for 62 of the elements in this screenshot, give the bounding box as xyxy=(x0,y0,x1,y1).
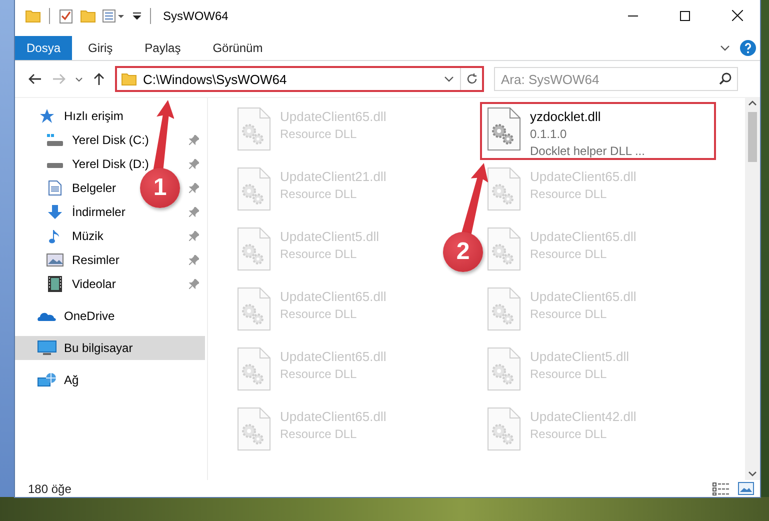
item-count: 180 öğe xyxy=(28,482,72,496)
sidebar-item[interactable]: Ağ xyxy=(64,373,79,387)
folder-icon[interactable] xyxy=(25,8,41,24)
close-icon xyxy=(732,10,742,21)
address-path: C:\Windows\SysWOW64 xyxy=(143,72,287,86)
file-name[interactable]: yzdocklet.dll xyxy=(530,109,645,124)
sidebar-item[interactable]: Hızlı erişim xyxy=(64,109,124,123)
file-detail: Resource DLL xyxy=(280,367,358,381)
search-icon xyxy=(719,72,732,85)
file-detail: Resource DLL xyxy=(280,307,358,321)
sidebar-item[interactable]: İndirmeler xyxy=(72,205,126,219)
ribbon-tab[interactable]: Paylaş xyxy=(128,36,197,60)
pin-icon[interactable] xyxy=(189,159,199,169)
file-detail: Resource DLL xyxy=(530,247,608,261)
file-detail: Resource DLL xyxy=(530,427,608,441)
file-detail: Resource DLL xyxy=(530,367,608,381)
pin-icon[interactable] xyxy=(189,279,199,289)
chevron-down-icon[interactable] xyxy=(444,76,454,82)
ribbon-tab[interactable]: Görünüm xyxy=(196,36,279,60)
ribbon-tab[interactable]: Dosya xyxy=(15,36,72,60)
file-detail: Docklet helper DLL ... xyxy=(530,144,645,158)
picture-icon xyxy=(45,253,65,267)
file-detail: Resource DLL xyxy=(280,427,358,441)
list-view-icon[interactable] xyxy=(102,8,126,24)
file-detail: Resource DLL xyxy=(280,187,358,201)
sidebar-item[interactable]: Belgeler xyxy=(72,181,116,195)
window-title: SysWOW64 xyxy=(163,8,228,22)
sidebar-item[interactable]: Bu bilgisayar xyxy=(64,341,133,355)
file-detail: 0.1.1.0 xyxy=(530,127,568,141)
sidebar-item[interactable]: OneDrive xyxy=(64,309,115,323)
pin-icon[interactable] xyxy=(189,207,199,217)
help-icon[interactable] xyxy=(740,40,756,56)
ribbon-tab[interactable]: Giriş xyxy=(72,36,129,60)
refresh-icon xyxy=(466,73,478,85)
up-icon xyxy=(92,72,106,86)
maximize-icon xyxy=(680,10,690,20)
sidebar-item[interactable]: Yerel Disk (C:) xyxy=(72,133,149,147)
file-detail: Resource DLL xyxy=(280,247,358,261)
video-icon xyxy=(45,275,65,293)
computer-icon xyxy=(37,340,57,356)
pin-icon[interactable] xyxy=(189,255,199,265)
network-icon xyxy=(37,372,57,388)
sidebar-item[interactable]: Yerel Disk (D:) xyxy=(72,157,149,171)
folder-icon xyxy=(121,71,137,87)
address-field[interactable]: C:\Windows\SysWOW64 xyxy=(115,66,484,92)
file-detail: Resource DLL xyxy=(530,187,608,201)
sidebar-item[interactable]: Müzik xyxy=(72,229,104,243)
sidebar-item[interactable]: Videolar xyxy=(72,277,116,291)
scroll-thumb[interactable] xyxy=(748,112,757,162)
tiles-view-icon[interactable] xyxy=(738,482,754,495)
details-view-icon[interactable] xyxy=(712,482,730,496)
file-detail: Resource DLL xyxy=(280,127,358,141)
drive-icon xyxy=(45,133,65,147)
back-icon xyxy=(28,72,42,86)
pin-icon[interactable] xyxy=(189,135,199,145)
pin-icon[interactable] xyxy=(189,183,199,193)
pin-icon[interactable] xyxy=(189,231,199,241)
scrollbar[interactable] xyxy=(745,98,760,480)
forward-icon xyxy=(52,72,66,86)
search-field[interactable]: Ara: SysWOW64 xyxy=(494,67,738,91)
file-detail: Resource DLL xyxy=(530,307,608,321)
sidebar-item[interactable]: Resimler xyxy=(72,253,120,267)
